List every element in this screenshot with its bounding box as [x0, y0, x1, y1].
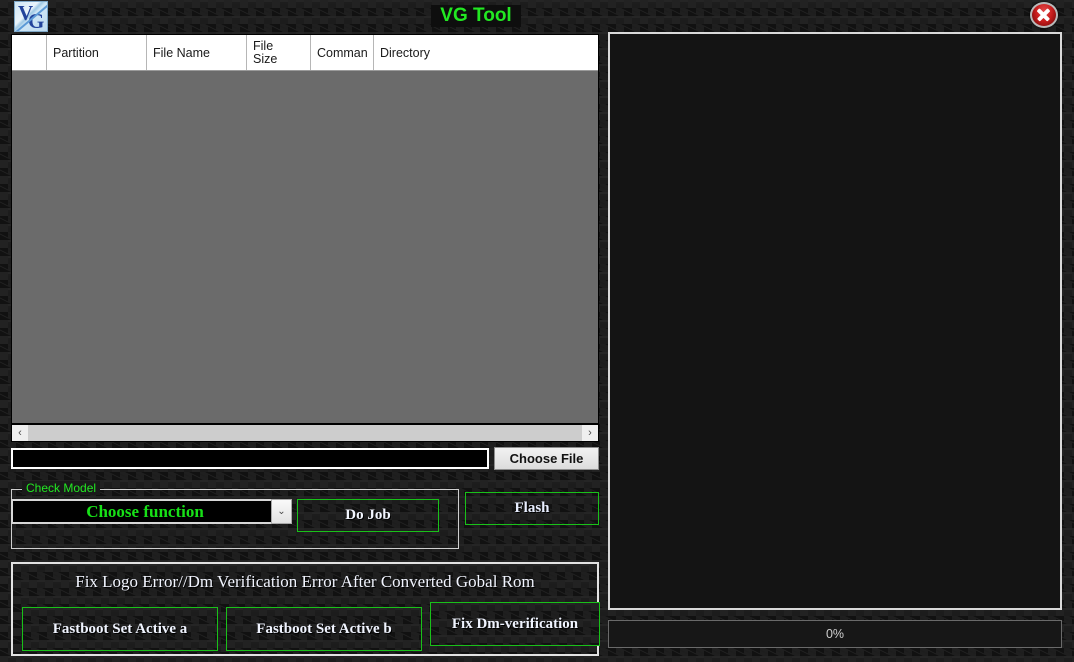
- flash-button[interactable]: Flash: [465, 492, 599, 525]
- column-header-filename[interactable]: File Name: [147, 35, 247, 70]
- app-window: V G VG Tool Partition File Name File Siz…: [0, 0, 1074, 662]
- fastboot-set-active-b-button[interactable]: Fastboot Set Active b: [226, 607, 422, 651]
- file-path-input[interactable]: [11, 448, 489, 469]
- fix-dm-verification-button[interactable]: Fix Dm-verification: [430, 602, 600, 646]
- progress-bar-label: 0%: [826, 627, 844, 641]
- function-select[interactable]: Choose function: [11, 499, 279, 524]
- choose-file-button[interactable]: Choose File: [494, 447, 599, 470]
- file-table-header: Partition File Name File Size Comman Dir…: [12, 35, 598, 71]
- app-logo: V G: [14, 1, 48, 32]
- scroll-left-icon[interactable]: ‹: [12, 425, 28, 441]
- title-bar: V G VG Tool: [0, 0, 1074, 30]
- fix-panel-title: Fix Logo Error//Dm Verification Error Af…: [13, 572, 597, 592]
- scroll-right-icon[interactable]: ›: [582, 425, 598, 441]
- log-output-panel[interactable]: [608, 32, 1062, 610]
- column-header-command[interactable]: Comman: [311, 35, 374, 70]
- fastboot-set-active-a-button[interactable]: Fastboot Set Active a: [22, 607, 218, 651]
- column-header-filesize[interactable]: File Size: [247, 35, 311, 70]
- fix-panel: Fix Logo Error//Dm Verification Error Af…: [11, 562, 599, 656]
- progress-bar: 0%: [608, 620, 1062, 648]
- close-icon[interactable]: [1030, 2, 1058, 28]
- horizontal-scrollbar[interactable]: ‹ ›: [11, 424, 599, 442]
- chevron-down-icon[interactable]: ⌄: [271, 499, 292, 524]
- scrollbar-track[interactable]: [28, 425, 582, 441]
- file-table[interactable]: Partition File Name File Size Comman Dir…: [11, 34, 599, 424]
- function-select-value: Choose function: [86, 502, 204, 522]
- check-model-legend: Check Model: [22, 481, 100, 495]
- file-table-body[interactable]: [12, 71, 598, 423]
- column-header-partition[interactable]: Partition: [47, 35, 147, 70]
- column-header-check[interactable]: [12, 35, 47, 70]
- column-header-directory[interactable]: Directory: [374, 35, 598, 70]
- do-job-button[interactable]: Do Job: [297, 499, 439, 532]
- app-title: VG Tool: [431, 5, 521, 27]
